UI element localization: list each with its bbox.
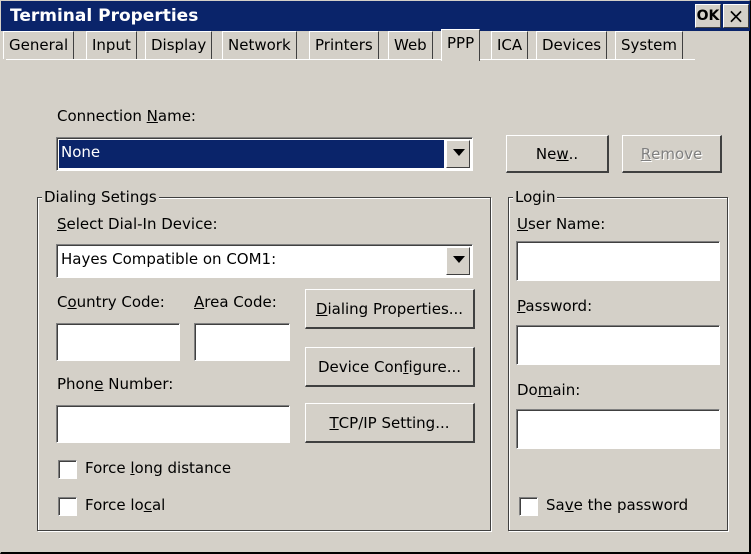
tab-display[interactable]: Display	[145, 31, 213, 59]
ok-button[interactable]: OK	[695, 4, 721, 28]
tab-printers[interactable]: Printers	[309, 31, 379, 59]
dial-in-device-select[interactable]: Hayes Compatible on COM1:	[56, 244, 473, 278]
connection-name-value: None	[58, 139, 445, 169]
close-icon[interactable]: ×	[723, 4, 749, 28]
force-local-checkbox[interactable]	[58, 497, 77, 516]
select-device-label: Select Dial-In Device:	[57, 215, 218, 233]
tab-ica[interactable]: ICA	[491, 31, 529, 59]
tab-input[interactable]: Input	[86, 31, 137, 59]
phone-number-label: Phone Number:	[57, 375, 174, 393]
force-local-label[interactable]: Force local	[85, 496, 165, 514]
dialing-properties-button[interactable]: Dialing Properties...	[305, 289, 475, 329]
force-long-distance-label[interactable]: Force long distance	[85, 459, 231, 477]
domain-label: Domain:	[517, 381, 581, 399]
remove-button[interactable]: Remove	[622, 135, 722, 173]
country-code-field[interactable]	[56, 323, 180, 361]
tab-ppp[interactable]: PPP	[441, 29, 481, 61]
dialing-settings-legend: Dialing Setings	[42, 188, 159, 206]
title-bar: Terminal Properties OK ×	[1, 1, 750, 31]
save-password-checkbox[interactable]	[519, 497, 538, 516]
domain-field[interactable]	[516, 409, 720, 449]
save-password-label[interactable]: Save the password	[546, 496, 688, 514]
terminal-properties-window: Terminal Properties OK × General Input D…	[0, 0, 751, 554]
device-configure-button[interactable]: Device Con f igure...	[305, 347, 475, 387]
tab-general[interactable]: General	[3, 31, 75, 59]
user-name-label: User Name:	[517, 215, 606, 233]
connection-name-label: Connection Name:	[57, 107, 196, 125]
tab-web[interactable]: Web	[388, 31, 433, 59]
dial-in-device-value: Hayes Compatible on COM1:	[61, 250, 277, 268]
tab-network[interactable]: Network	[222, 31, 297, 59]
tab-panel-edge	[6, 59, 695, 60]
tcpip-setting-button[interactable]: T CP/IP Setting...	[305, 403, 475, 443]
new-button[interactable]: Ne w..	[506, 135, 609, 173]
force-long-distance-checkbox[interactable]	[58, 460, 77, 479]
chevron-down-icon[interactable]	[446, 140, 470, 168]
user-name-field[interactable]	[516, 241, 720, 281]
window-title: Terminal Properties	[10, 6, 199, 26]
tab-system[interactable]: System	[615, 31, 683, 59]
area-code-field[interactable]	[194, 323, 290, 361]
chevron-down-icon[interactable]	[446, 247, 470, 275]
area-code-label: Area Code:	[194, 293, 277, 311]
password-label: Password:	[517, 297, 593, 315]
login-legend: Login	[513, 188, 558, 206]
phone-number-field[interactable]	[56, 405, 290, 443]
country-code-label: Country Code:	[57, 293, 165, 311]
tab-devices[interactable]: Devices	[536, 31, 608, 59]
connection-name-select[interactable]: None	[56, 137, 473, 171]
password-field[interactable]	[516, 325, 720, 365]
